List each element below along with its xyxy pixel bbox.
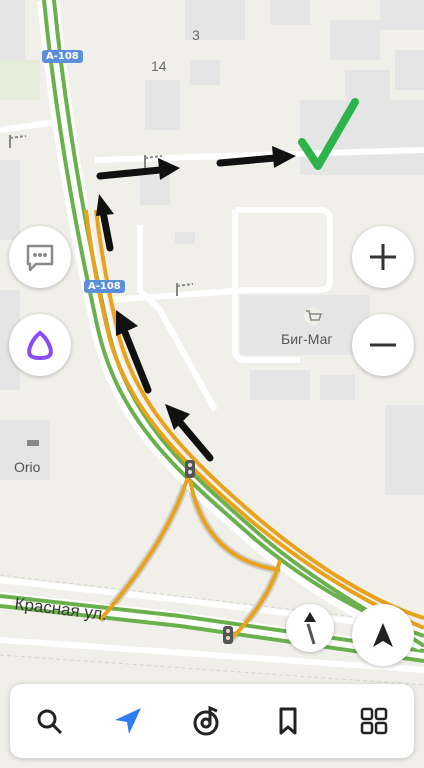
minus-icon — [370, 343, 396, 347]
search-icon — [37, 709, 63, 735]
bookmarks-button[interactable] — [261, 694, 315, 748]
traffic-light-icon — [223, 626, 233, 644]
bookmarks-icon — [279, 707, 297, 735]
alice-icon — [27, 330, 53, 360]
traffic-light-icon — [185, 460, 195, 478]
location-arrow-icon — [373, 623, 393, 647]
house-number-label: 3 — [192, 27, 200, 43]
bottom-navigation-bar — [10, 684, 414, 758]
zoom-out-button[interactable] — [352, 314, 414, 376]
compass-button[interactable] — [286, 604, 334, 652]
shopping-cart-icon — [304, 307, 323, 325]
music-button[interactable] — [181, 694, 235, 748]
music-icon — [193, 705, 219, 736]
highway-badge: А-108 — [84, 280, 125, 293]
highway-badge: А-108 — [42, 50, 83, 63]
poi-label[interactable]: Orio — [14, 459, 40, 475]
plus-icon — [370, 244, 396, 270]
navigation-arrow-icon — [115, 708, 141, 734]
alice-assistant-button[interactable] — [9, 314, 71, 376]
services-button[interactable] — [347, 694, 401, 748]
chat-icon — [26, 244, 54, 272]
armchair-icon — [22, 432, 44, 454]
zoom-in-button[interactable] — [352, 226, 414, 288]
services-grid-icon — [360, 707, 388, 735]
compass-icon — [304, 612, 316, 645]
search-button[interactable] — [22, 694, 76, 748]
park-area — [0, 60, 40, 100]
chat-button[interactable] — [9, 226, 71, 288]
minor-roads — [0, 117, 424, 673]
store-label[interactable]: Биг-Маг — [281, 331, 333, 347]
navigation-button[interactable] — [101, 694, 155, 748]
house-number-label: 14 — [151, 58, 167, 74]
my-location-button[interactable] — [352, 604, 414, 666]
